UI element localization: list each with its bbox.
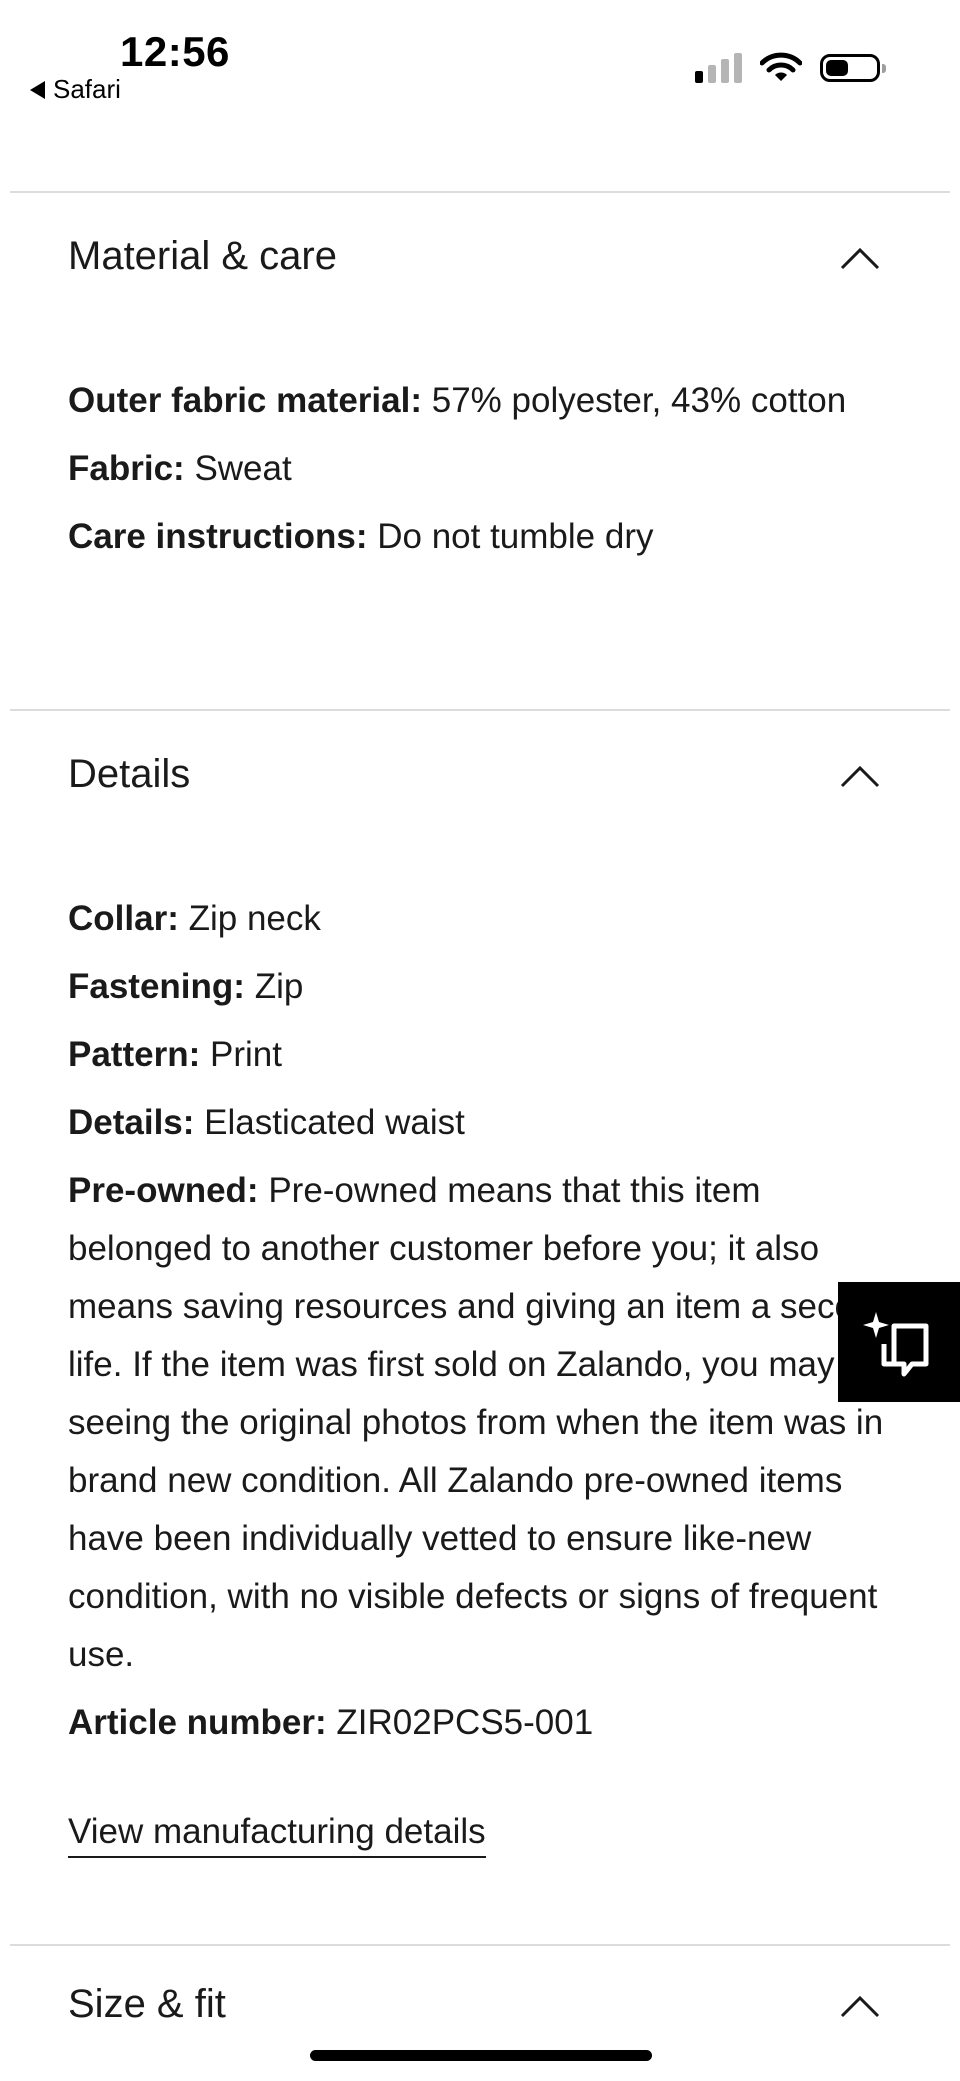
attribute-value: Zip neck bbox=[188, 899, 321, 938]
chevron-up-icon[interactable] bbox=[840, 1994, 880, 2018]
attribute-label: Pattern: bbox=[68, 1035, 201, 1074]
signal-bar bbox=[721, 59, 729, 83]
attribute-row: Pattern: Print bbox=[68, 1026, 898, 1084]
material-attributes: Outer fabric material: 57% polyester, 43… bbox=[68, 372, 898, 576]
attribute-row: Fabric: Sweat bbox=[68, 440, 898, 498]
section-divider bbox=[10, 1944, 950, 1946]
feedback-floating-button[interactable] bbox=[838, 1282, 960, 1402]
signal-bar bbox=[695, 71, 703, 83]
chevron-up-icon[interactable] bbox=[840, 764, 880, 788]
sparkle-chat-icon bbox=[863, 1312, 929, 1377]
signal-bar bbox=[734, 53, 742, 83]
attribute-label: Outer fabric material: bbox=[68, 381, 422, 420]
back-triangle-icon bbox=[30, 80, 45, 99]
attribute-label: Pre-owned: bbox=[68, 1171, 259, 1210]
attribute-value: Sweat bbox=[194, 449, 292, 488]
status-indicators bbox=[695, 52, 886, 84]
attribute-label: Details: bbox=[68, 1103, 195, 1142]
attribute-label: Article number: bbox=[68, 1703, 327, 1742]
attribute-row: Collar: Zip neck bbox=[68, 890, 898, 948]
attribute-row: Outer fabric material: 57% polyester, 43… bbox=[68, 372, 898, 430]
home-indicator bbox=[310, 2050, 652, 2061]
article-number-value: ZIR02PCS5-001 bbox=[336, 1703, 594, 1742]
attribute-row: Details: Elasticated waist bbox=[68, 1094, 898, 1152]
status-time: 12:56 bbox=[120, 28, 230, 75]
attribute-label: Care instructions: bbox=[68, 517, 368, 556]
section-divider bbox=[10, 709, 950, 711]
details-title: Details bbox=[68, 752, 191, 796]
details-attributes: Collar: Zip neck Fastening: Zip Pattern:… bbox=[68, 890, 898, 1762]
wifi-icon bbox=[760, 52, 802, 81]
attribute-label: Fabric: bbox=[68, 449, 185, 488]
battery-level bbox=[826, 60, 848, 76]
attribute-row: Fastening: Zip bbox=[68, 958, 898, 1016]
back-app-label: Safari bbox=[53, 74, 121, 104]
attribute-value: Do not tumble dry bbox=[377, 517, 654, 556]
view-manufacturing-details-link[interactable]: View manufacturing details bbox=[68, 1812, 486, 1858]
cellular-signal-icon bbox=[695, 53, 742, 83]
section-divider bbox=[10, 191, 950, 193]
back-to-safari-button[interactable]: Safari bbox=[30, 74, 121, 105]
status-bar: 12:56 Safari bbox=[0, 0, 960, 130]
attribute-value: Zip bbox=[254, 967, 304, 1006]
signal-bar bbox=[708, 65, 716, 83]
material-care-title: Material & care bbox=[68, 234, 337, 278]
attribute-label: Collar: bbox=[68, 899, 179, 938]
chevron-up-icon[interactable] bbox=[840, 246, 880, 270]
battery-icon bbox=[820, 54, 886, 82]
pre-owned-description: Pre-owned: Pre-owned means that this ite… bbox=[68, 1162, 898, 1684]
attribute-label: Fastening: bbox=[68, 967, 245, 1006]
attribute-value: Print bbox=[209, 1035, 282, 1074]
attribute-value: Pre-owned means that this item belonged … bbox=[68, 1171, 893, 1674]
attribute-value: Elasticated waist bbox=[204, 1103, 465, 1142]
article-number-row: Article number: ZIR02PCS5-001 bbox=[68, 1694, 898, 1752]
attribute-value: 57% polyester, 43% cotton bbox=[431, 381, 847, 420]
size-fit-title: Size & fit bbox=[68, 1982, 226, 2026]
attribute-row: Care instructions: Do not tumble dry bbox=[68, 508, 898, 566]
